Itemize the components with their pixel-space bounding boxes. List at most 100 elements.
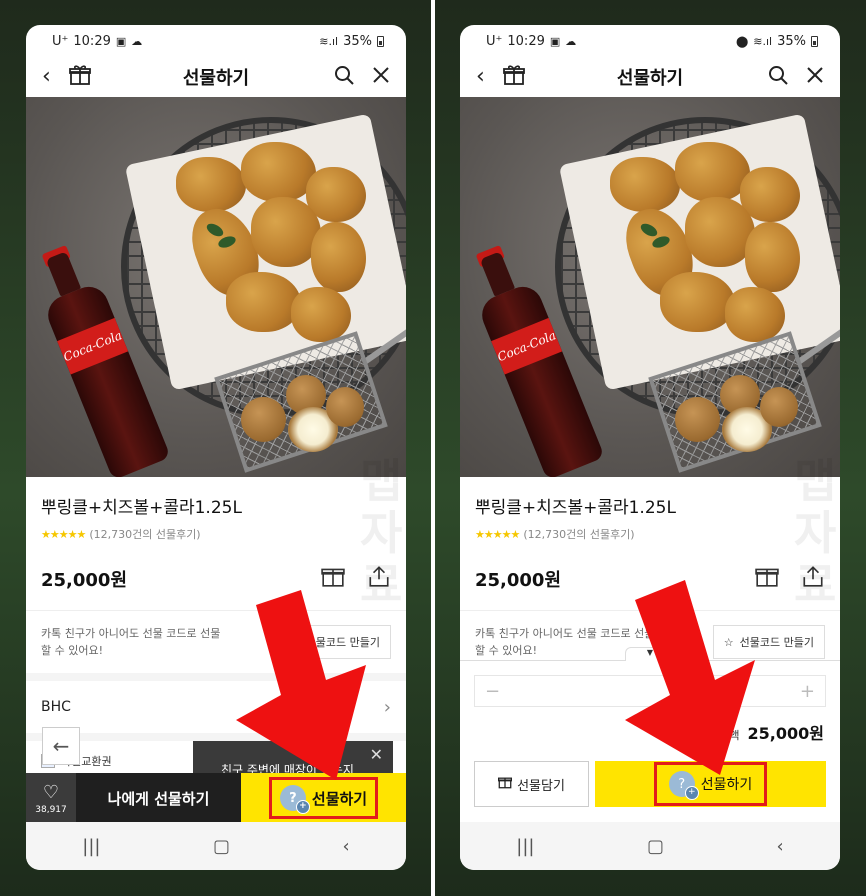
friend-avatar-icon: ? xyxy=(279,785,310,814)
search-icon[interactable] xyxy=(768,65,788,90)
friend-avatar-icon: ? xyxy=(668,771,699,800)
heart-icon: ♡ xyxy=(42,781,60,803)
float-back-arrow-icon[interactable]: ← xyxy=(42,727,80,765)
add-to-gift-box-label: 선물담기 xyxy=(517,778,565,794)
chicken-piece xyxy=(675,142,750,202)
make-gift-code-label: 선물코드 만들기 xyxy=(739,636,814,649)
add-to-gift-box-button[interactable]: 선물담기 xyxy=(474,761,589,807)
chicken-piece xyxy=(610,157,680,212)
brand-row[interactable]: BHC › xyxy=(26,673,406,733)
top-nav: ‹ 선물하기 xyxy=(460,57,840,97)
rating-stars: ★★★★★ xyxy=(41,527,86,541)
gift-box-icon[interactable] xyxy=(502,64,525,91)
make-gift-code-button[interactable]: ☆ 선물코드 만들기 xyxy=(712,625,825,659)
brand-name: BHC xyxy=(41,699,71,715)
close-icon[interactable] xyxy=(806,66,824,89)
cheese-ball xyxy=(241,397,286,442)
battery-percent: 35% xyxy=(777,33,806,49)
home-icon[interactable]: ▢ xyxy=(213,836,230,857)
chicken-piece xyxy=(660,272,735,332)
page-title: 선물하기 xyxy=(182,68,250,89)
gift-button-label: 선물하기 xyxy=(311,789,368,808)
rating-stars: ★★★★★ xyxy=(475,527,520,541)
gift-button-area[interactable]: ? 선물하기 xyxy=(595,761,826,807)
page-title: 선물하기 xyxy=(616,68,684,89)
chicken-piece xyxy=(291,287,351,342)
product-image: Coca-Cola xyxy=(26,97,406,477)
gift-code-row: 카톡 친구가 아니어도 선물 코드로 선물 할 수 있어요! 물코드 만들기 xyxy=(26,611,406,659)
search-icon[interactable] xyxy=(334,65,354,90)
gift-button-area[interactable]: ? 선물하기 xyxy=(241,773,406,823)
product-name: 뿌링클+치즈볼+콜라1.25L xyxy=(475,498,676,518)
qty-plus-button[interactable]: + xyxy=(800,681,815,702)
gift-box-small-icon xyxy=(498,775,513,793)
recent-apps-icon[interactable]: ||| xyxy=(516,836,534,857)
toast-close-icon[interactable]: ✕ xyxy=(370,745,383,764)
battery-percent: 35% xyxy=(343,33,372,49)
product-name: 뿌링클+치즈볼+콜라1.25L xyxy=(41,498,242,518)
top-nav: ‹ 선물하기 xyxy=(26,57,406,97)
back-arrow-icon[interactable]: ‹ xyxy=(476,66,485,88)
time-label: 10:29 xyxy=(507,33,545,49)
image-notification-icon: ▣ xyxy=(549,34,561,48)
screenshot-divider xyxy=(431,0,435,896)
close-icon[interactable] xyxy=(372,66,390,89)
phone-screen-right: U⁺ 10:29 ▣ ☁ ⬤ ≋.ıl 35% ‹ 선물하기 Coca-Cola… xyxy=(460,25,840,870)
gift-to-self-button[interactable]: 나에게 선물하기 xyxy=(76,773,241,823)
gift-code-text: 카톡 친구가 아니어도 선물 코드로 선물 할 수 있어요! xyxy=(41,627,221,657)
quantity-stepper[interactable]: − + xyxy=(474,675,826,707)
wifi-signal-icon: ≋.ıl xyxy=(319,34,339,48)
watermark-text: 맵자료 xyxy=(794,454,837,612)
sheet-buttons: 선물담기 ? 선물하기 xyxy=(474,761,826,807)
chicken-piece xyxy=(226,272,301,332)
carrier-label: U⁺ xyxy=(52,33,69,49)
wishlist-gift-icon[interactable] xyxy=(755,564,779,594)
make-gift-code-button[interactable]: 물코드 만들기 xyxy=(304,625,391,659)
gift-button[interactable]: ? 선물하기 xyxy=(653,762,768,806)
cloud-icon: ☁ xyxy=(131,34,143,48)
image-notification-icon: ▣ xyxy=(115,34,127,48)
status-bar: U⁺ 10:29 ▣ ☁ ⬤ ≋.ıl 35% xyxy=(460,25,840,57)
chevron-right-icon: › xyxy=(383,696,391,718)
watermark-text: 맵자료 xyxy=(360,454,403,612)
gift-button[interactable]: ? 선물하기 xyxy=(268,777,379,819)
wishlist-gift-icon[interactable] xyxy=(321,564,345,594)
product-price: 25,000원 xyxy=(475,570,562,591)
product-info: 뿌링클+치즈볼+콜라1.25L ★★★★★ (12,730건의 선물후기) 25… xyxy=(460,477,840,594)
gift-box-icon[interactable] xyxy=(68,64,91,91)
total-value: 25,000원 xyxy=(747,724,824,743)
cloud-icon: ☁ xyxy=(565,34,577,48)
battery-icon xyxy=(377,35,384,47)
wifi-signal-icon: ≋.ıl xyxy=(753,34,773,48)
system-nav-bar: ||| ▢ ‹ xyxy=(460,822,840,870)
phone-screen-left: U⁺ 10:29 ▣ ☁ ≋.ıl 35% ‹ 선물하기 Coca-Cola 뿌… xyxy=(26,25,406,870)
bottom-action-bar: ♡ 38,917 나에게 선물하기 ? 선물하기 xyxy=(26,773,406,823)
time-label: 10:29 xyxy=(73,33,111,49)
like-count: 38,917 xyxy=(35,804,67,815)
recent-apps-icon[interactable]: ||| xyxy=(82,836,100,857)
system-back-icon[interactable]: ‹ xyxy=(343,836,350,857)
cheese-ball xyxy=(675,397,720,442)
qty-minus-button[interactable]: − xyxy=(485,681,500,702)
rating-row[interactable]: ★★★★★ (12,730건의 선물후기) xyxy=(475,526,825,542)
sheet-handle-icon[interactable]: ▼ xyxy=(625,647,675,661)
chicken-piece xyxy=(725,287,785,342)
ticket-icon: ☆ xyxy=(723,635,734,649)
total-label: 총금액 xyxy=(709,729,740,742)
make-gift-code-label: 물코드 만들기 xyxy=(315,636,380,649)
chicken-piece xyxy=(311,222,366,292)
status-bar: U⁺ 10:29 ▣ ☁ ≋.ıl 35% xyxy=(26,25,406,57)
cheese-ball xyxy=(326,387,364,427)
system-nav-bar: ||| ▢ ‹ xyxy=(26,822,406,870)
battery-icon xyxy=(811,35,818,47)
rating-row[interactable]: ★★★★★ (12,730건의 선물후기) xyxy=(41,526,391,542)
home-icon[interactable]: ▢ xyxy=(647,836,664,857)
like-button[interactable]: ♡ 38,917 xyxy=(26,773,76,823)
review-count: (12,730건의 선물후기) xyxy=(523,528,635,541)
chicken-piece xyxy=(241,142,316,202)
product-image: Coca-Cola xyxy=(460,97,840,477)
chicken-piece xyxy=(176,157,246,212)
system-back-icon[interactable]: ‹ xyxy=(777,836,784,857)
location-icon: ⬤ xyxy=(735,34,749,48)
back-arrow-icon[interactable]: ‹ xyxy=(42,66,51,88)
